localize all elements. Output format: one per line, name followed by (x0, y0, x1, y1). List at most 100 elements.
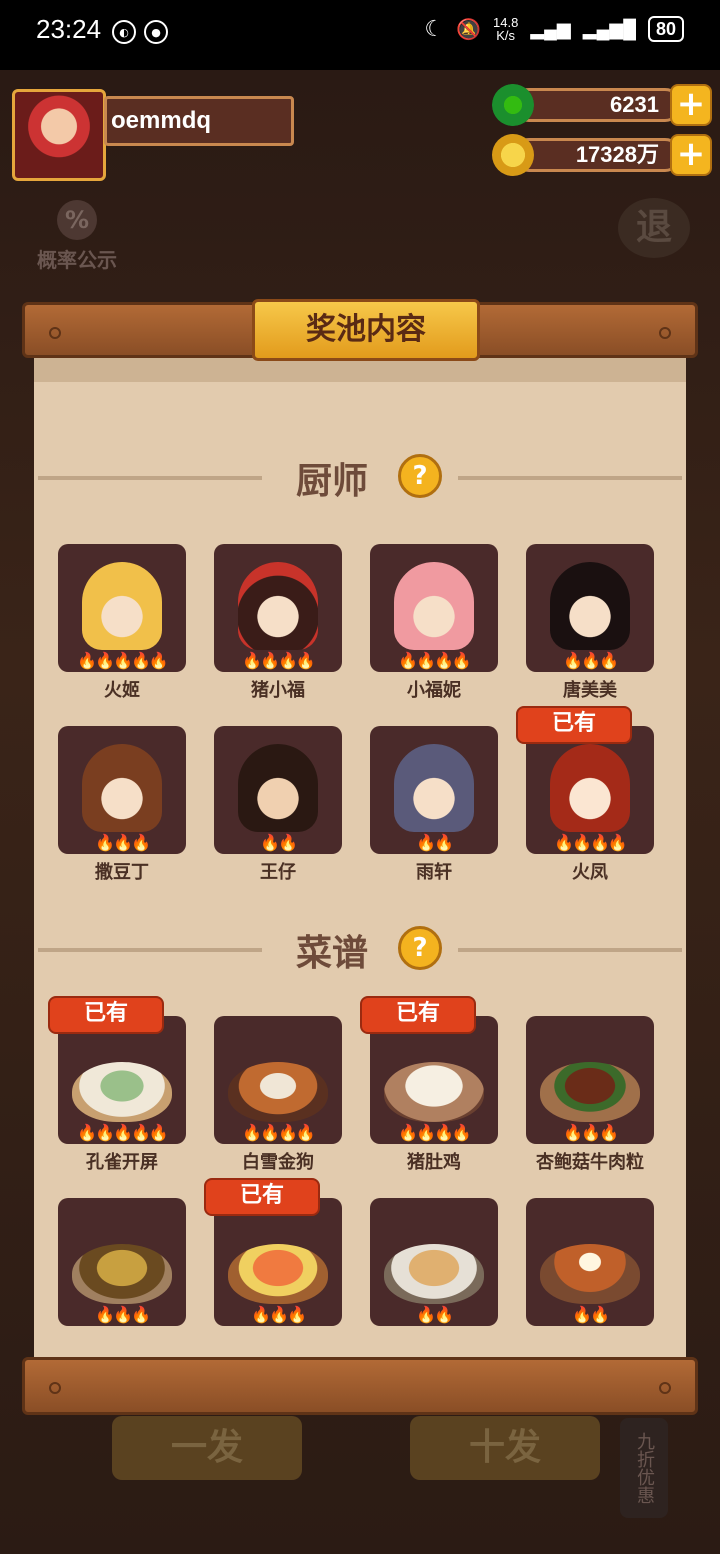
status-right-icons: ☾ 🔕 14.8 K/s ▂▄▆ ▂▄▆█ 80 (424, 16, 684, 42)
chef-portrait (550, 562, 630, 650)
recipe-image-frame: 🔥🔥🔥 已有 (204, 1178, 342, 1326)
star-flames: 🔥🔥🔥🔥 (398, 1123, 472, 1142)
status-bar: 23:24 ◐ ● ☾ 🔕 14.8 K/s ▂▄▆ ▂▄▆█ 80 (0, 0, 720, 70)
divider (38, 476, 262, 480)
prize-pool-panel: 厨师 ? 🔥🔥🔥🔥🔥 火姬 🔥🔥🔥🔥 猪小福 🔥🔥🔥🔥 小福妮 🔥🔥🔥 唐美美 (34, 350, 686, 1362)
nail-icon (659, 327, 671, 339)
add-coin-button[interactable]: + (670, 134, 712, 176)
chef-portrait (82, 562, 162, 650)
exit-button[interactable]: 退 (618, 198, 690, 258)
dish-image (228, 1062, 328, 1122)
status-time: 23:24 (36, 14, 102, 44)
recipe-card[interactable]: 🔥🔥 (526, 1198, 654, 1326)
chef-portrait-frame: 🔥🔥 (214, 726, 342, 854)
chef-name: 火凤 (572, 862, 608, 883)
recipe-image-frame: 🔥🔥🔥 (526, 1016, 654, 1144)
signal-icon: ▂▄▆ (530, 18, 571, 39)
recipe-card[interactable]: 🔥🔥🔥🔥🔥 已有 孔雀开屏 (48, 996, 186, 1174)
chef-portrait-frame: 🔥🔥🔥🔥 (370, 544, 498, 672)
dish-image (384, 1062, 484, 1122)
player-avatar[interactable] (12, 89, 106, 181)
recipe-name: 猪肚鸡 (407, 1152, 461, 1173)
star-flames: 🔥🔥 (260, 833, 298, 852)
recipe-card[interactable]: 🔥🔥🔥 (58, 1198, 186, 1326)
dish-image (384, 1244, 484, 1304)
chef-card[interactable]: 🔥🔥🔥🔥🔥 火姬 (58, 544, 186, 702)
chef-portrait (394, 744, 474, 832)
single-draw-button[interactable]: 一发 (112, 1416, 302, 1480)
star-flames: 🔥🔥🔥 (563, 1123, 619, 1142)
chef-name: 唐美美 (563, 680, 617, 701)
star-flames: 🔥🔥🔥 (563, 651, 619, 670)
chef-name: 猪小福 (251, 680, 305, 701)
chef-portrait-frame: 🔥🔥🔥🔥🔥 (58, 544, 186, 672)
recipe-image-frame: 🔥🔥🔥 (58, 1198, 186, 1326)
player-name: oemmdq (104, 96, 294, 146)
divider (458, 476, 682, 480)
panel-bottom-plank (22, 1357, 698, 1415)
dish-image (72, 1244, 172, 1304)
jade-currency: 6231 + (492, 84, 712, 126)
chef-portrait (238, 744, 318, 832)
recipe-image-frame: 🔥🔥 (370, 1198, 498, 1326)
chef-portrait-frame: 🔥🔥🔥🔥 (214, 544, 342, 672)
chef-portrait (82, 744, 162, 832)
discount-tag: 九折优惠 (620, 1418, 668, 1518)
chef-name: 撒豆丁 (95, 862, 149, 883)
chef-portrait (238, 562, 318, 650)
divider (38, 948, 262, 952)
recipes-help-button[interactable]: ? (398, 926, 442, 970)
chef-card[interactable]: 🔥🔥🔥🔥 猪小福 (214, 544, 342, 702)
add-jade-button[interactable]: + (670, 84, 712, 126)
owned-badge: 已有 (516, 706, 632, 744)
chefs-section-header: 厨师 ? (34, 452, 686, 502)
recipe-card[interactable]: 🔥🔥🔥 已有 (204, 1178, 342, 1326)
dish-image (540, 1062, 640, 1122)
nail-icon (659, 1382, 671, 1394)
chef-portrait (394, 562, 474, 650)
recipe-name: 杏鲍菇牛肉粒 (536, 1152, 644, 1173)
chef-card[interactable]: 🔥🔥🔥 撒豆丁 (58, 726, 186, 884)
coin-currency: 17328万 + (492, 134, 712, 176)
chefs-section-title: 厨师 (296, 461, 369, 502)
recipe-card[interactable]: 🔥🔥🔥 杏鲍菇牛肉粒 (526, 1016, 654, 1174)
probability-label: 概率公示 (37, 248, 117, 272)
recipe-card[interactable]: 🔥🔥🔥🔥 已有 猪肚鸡 (360, 996, 498, 1174)
ten-draw-button[interactable]: 十发 (410, 1416, 600, 1480)
star-flames: 🔥🔥🔥🔥🔥 (77, 651, 169, 670)
chef-portrait-frame: 🔥🔥🔥 (58, 726, 186, 854)
coin-icon (492, 134, 534, 176)
chefs-help-button[interactable]: ? (398, 454, 442, 498)
percent-icon: % (57, 200, 97, 240)
recipe-image-frame: 🔥🔥🔥🔥🔥 已有 (48, 996, 186, 1144)
recipe-image-frame: 🔥🔥🔥🔥 (214, 1016, 342, 1144)
recipe-card[interactable]: 🔥🔥🔥🔥 白雪金狗 (214, 1016, 342, 1174)
nail-icon (49, 327, 61, 339)
chef-card[interactable]: 🔥🔥🔥🔥 小福妮 (370, 544, 498, 702)
chef-name: 小福妮 (407, 680, 461, 701)
chef-card[interactable]: 🔥🔥 王仔 (214, 726, 342, 884)
star-flames: 🔥🔥🔥 (251, 1305, 307, 1324)
chef-name: 火姬 (104, 680, 140, 701)
recipe-card[interactable]: 🔥🔥 (370, 1198, 498, 1326)
signal-icon-2: ▂▄▆█ (582, 18, 636, 39)
owned-badge: 已有 (48, 996, 164, 1034)
probability-button[interactable]: % 概率公示 (32, 200, 122, 273)
recipe-name: 孔雀开屏 (86, 1152, 158, 1173)
jade-amount: 6231 (512, 88, 682, 122)
star-flames: 🔥🔥🔥🔥 (242, 1123, 316, 1142)
divider (458, 948, 682, 952)
star-flames: 🔥🔥🔥 (95, 1305, 151, 1324)
recipe-image-frame: 🔥🔥 (526, 1198, 654, 1326)
nail-icon (49, 1382, 61, 1394)
chef-name: 雨轩 (416, 862, 452, 883)
recipes-section-header: 菜谱 ? (34, 924, 686, 974)
chef-card[interactable]: 🔥🔥🔥🔥 已有 火凤 (516, 706, 654, 884)
chef-card[interactable]: 🔥🔥🔥 唐美美 (526, 544, 654, 702)
mute-icon: 🔕 (456, 18, 481, 41)
star-flames: 🔥🔥 (416, 1305, 454, 1324)
chef-card[interactable]: 🔥🔥 雨轩 (370, 726, 498, 884)
star-flames: 🔥🔥🔥🔥 (398, 651, 472, 670)
status-left-icons: ◐ ● (112, 20, 168, 44)
recipes-section-title: 菜谱 (296, 933, 369, 974)
